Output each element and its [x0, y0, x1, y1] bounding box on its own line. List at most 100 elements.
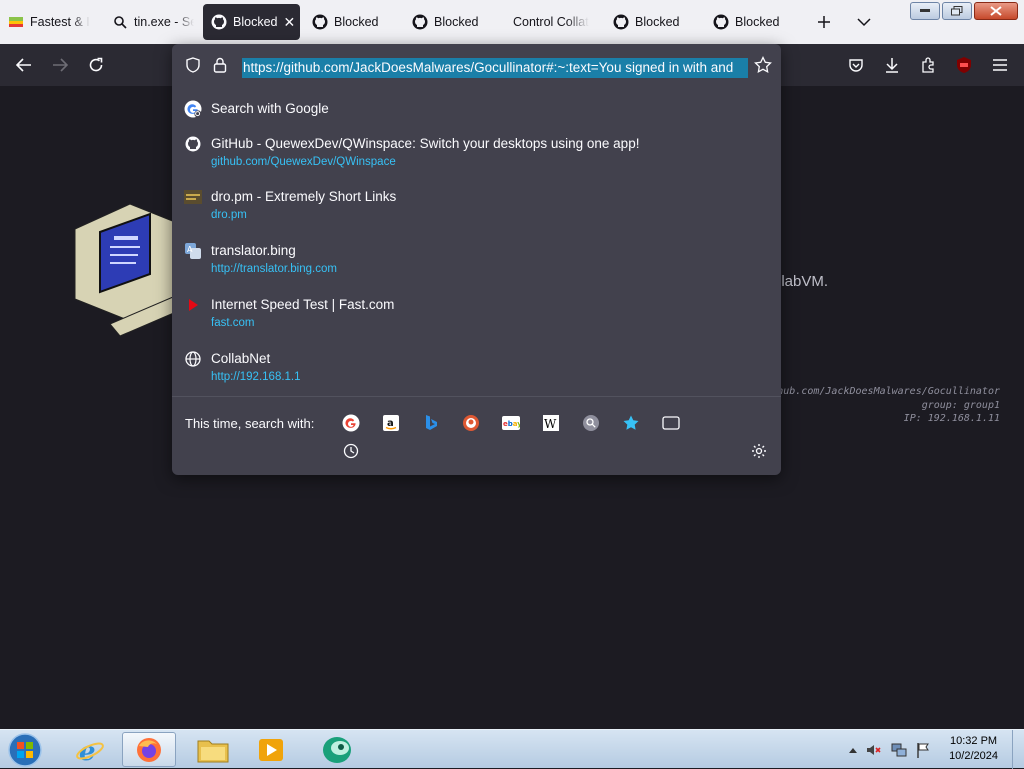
app-icon — [323, 736, 351, 763]
amazon-icon: a — [383, 415, 399, 431]
lock-icon[interactable] — [213, 57, 227, 78]
restore-button[interactable] — [942, 2, 972, 20]
windows-logo-icon — [8, 732, 42, 767]
github-icon — [713, 14, 729, 30]
engine-custom-search-button[interactable] — [581, 413, 601, 433]
tab-blocked[interactable]: Blocked — [713, 4, 799, 40]
tab-tin-exe[interactable]: tin.exe - Se — [112, 4, 194, 40]
folder-icon — [197, 740, 229, 762]
pocket-icon — [849, 59, 863, 72]
info-url: hub.com/JackDoesMalwares/Gocullinator — [777, 386, 1000, 397]
svg-text:a: a — [387, 418, 394, 429]
svg-text:ebay: ebay — [503, 420, 520, 428]
tab-label: Blocked — [233, 15, 278, 29]
tab-fastest[interactable]: Fastest & I — [8, 4, 92, 40]
taskbar-app[interactable] — [310, 732, 364, 767]
bookmarks-search-button[interactable] — [621, 413, 641, 433]
network-button[interactable] — [891, 742, 907, 758]
arrow-left-icon — [16, 58, 31, 72]
result-url: http://192.168.1.1 — [211, 371, 301, 383]
system-clock[interactable]: 10:32 PM 10/2/2024 — [949, 734, 998, 764]
volume-button[interactable] — [866, 742, 882, 758]
close-tab-icon[interactable]: ✕ — [283, 14, 295, 31]
ebay-icon: ebay — [502, 416, 520, 430]
tab-blocked[interactable]: Blocked — [613, 4, 699, 40]
show-desktop-button[interactable] — [1012, 730, 1024, 769]
taskbar-media-player[interactable] — [244, 732, 298, 767]
history-search-button[interactable] — [341, 441, 361, 461]
bluestacks-icon — [8, 14, 24, 30]
info-ip: IP: 192.168.1.11 — [903, 413, 1000, 424]
taskbar-internet-explorer[interactable]: e — [63, 732, 117, 767]
chevron-up-icon — [849, 748, 857, 753]
engine-amazon-button[interactable]: a — [381, 413, 401, 433]
tab-label: Blocked — [434, 15, 479, 29]
github-icon — [613, 14, 629, 30]
engine-bing-button[interactable] — [421, 413, 441, 433]
wikipedia-icon: W — [543, 415, 559, 431]
start-button[interactable] — [0, 732, 50, 767]
speaker-muted-icon — [867, 745, 881, 755]
new-tab-button[interactable] — [812, 10, 836, 34]
close-icon — [990, 6, 1002, 16]
result-title: CollabNet — [211, 351, 271, 366]
engine-duckduckgo-button[interactable] — [461, 413, 481, 433]
svg-text:W: W — [544, 417, 557, 431]
pocket-button[interactable] — [844, 53, 868, 77]
google-icon — [342, 414, 360, 432]
tab-label: Fastest & I — [30, 15, 90, 29]
result-title: dro.pm - Extremely Short Links — [211, 189, 397, 204]
downloads-button[interactable] — [880, 53, 904, 77]
firefox-icon — [137, 737, 161, 762]
tab-icon — [662, 416, 680, 430]
engine-google-button[interactable] — [341, 413, 361, 433]
minimize-button[interactable] — [910, 2, 940, 20]
tab-control-collab[interactable]: Control Collat — [513, 4, 591, 40]
show-hidden-icons-button[interactable] — [845, 742, 861, 758]
fast-icon — [184, 296, 202, 314]
hamburger-icon — [993, 59, 1007, 71]
window-controls — [910, 2, 1018, 20]
taskbar-explorer[interactable] — [186, 732, 240, 767]
globe-icon — [184, 350, 202, 368]
result-url: http://translator.bing.com — [211, 263, 337, 275]
close-window-button[interactable] — [974, 2, 1018, 20]
plus-icon — [818, 16, 830, 28]
svg-text:A: A — [187, 245, 193, 254]
internet-explorer-icon: e — [76, 737, 104, 765]
url-bar[interactable]: https://github.com/JackDoesMalwares/Gocu… — [176, 48, 777, 82]
list-tabs-button[interactable] — [852, 10, 876, 34]
arrow-right-icon — [53, 58, 68, 72]
engine-wikipedia-button[interactable]: W — [541, 413, 561, 433]
reload-button[interactable] — [84, 53, 108, 77]
result-url: github.com/QuewexDev/QWinspace — [211, 156, 396, 168]
search-settings-button[interactable] — [749, 441, 769, 461]
bookmark-star-icon[interactable] — [754, 55, 772, 79]
back-button[interactable] — [12, 53, 36, 77]
tab-blocked[interactable]: Blocked — [412, 4, 498, 40]
taskbar-firefox[interactable] — [122, 732, 176, 767]
result-title: Internet Speed Test | Fast.com — [211, 297, 395, 312]
ublock-icon — [957, 57, 971, 73]
engine-ebay-button[interactable]: ebay — [501, 413, 521, 433]
tracking-protection-icon[interactable] — [185, 57, 201, 78]
result-title: translator.bing — [211, 243, 296, 258]
translator-icon: A — [184, 242, 202, 260]
url-input[interactable]: https://github.com/JackDoesMalwares/Gocu… — [242, 58, 748, 78]
action-center-button[interactable] — [915, 742, 931, 758]
tab-blocked-active[interactable]: Blocked ✕ — [203, 4, 300, 40]
tabs-search-button[interactable] — [661, 413, 681, 433]
forward-button[interactable] — [48, 53, 72, 77]
result-url: fast.com — [211, 317, 255, 329]
tab-label: Blocked — [735, 15, 780, 29]
taskbar: e 10:32 PM 10/2/2024 — [0, 729, 1024, 769]
tab-label: Blocked — [635, 15, 680, 29]
github-icon — [412, 14, 428, 30]
extensions-button[interactable] — [916, 53, 940, 77]
github-icon — [211, 14, 227, 30]
tab-blocked[interactable]: Blocked — [312, 4, 398, 40]
menu-button[interactable] — [988, 53, 1012, 77]
result-title: GitHub - QuewexDev/QWinspace: Switch you… — [211, 136, 640, 151]
result-title: Search with Google — [211, 101, 329, 116]
ublock-button[interactable] — [952, 53, 976, 77]
